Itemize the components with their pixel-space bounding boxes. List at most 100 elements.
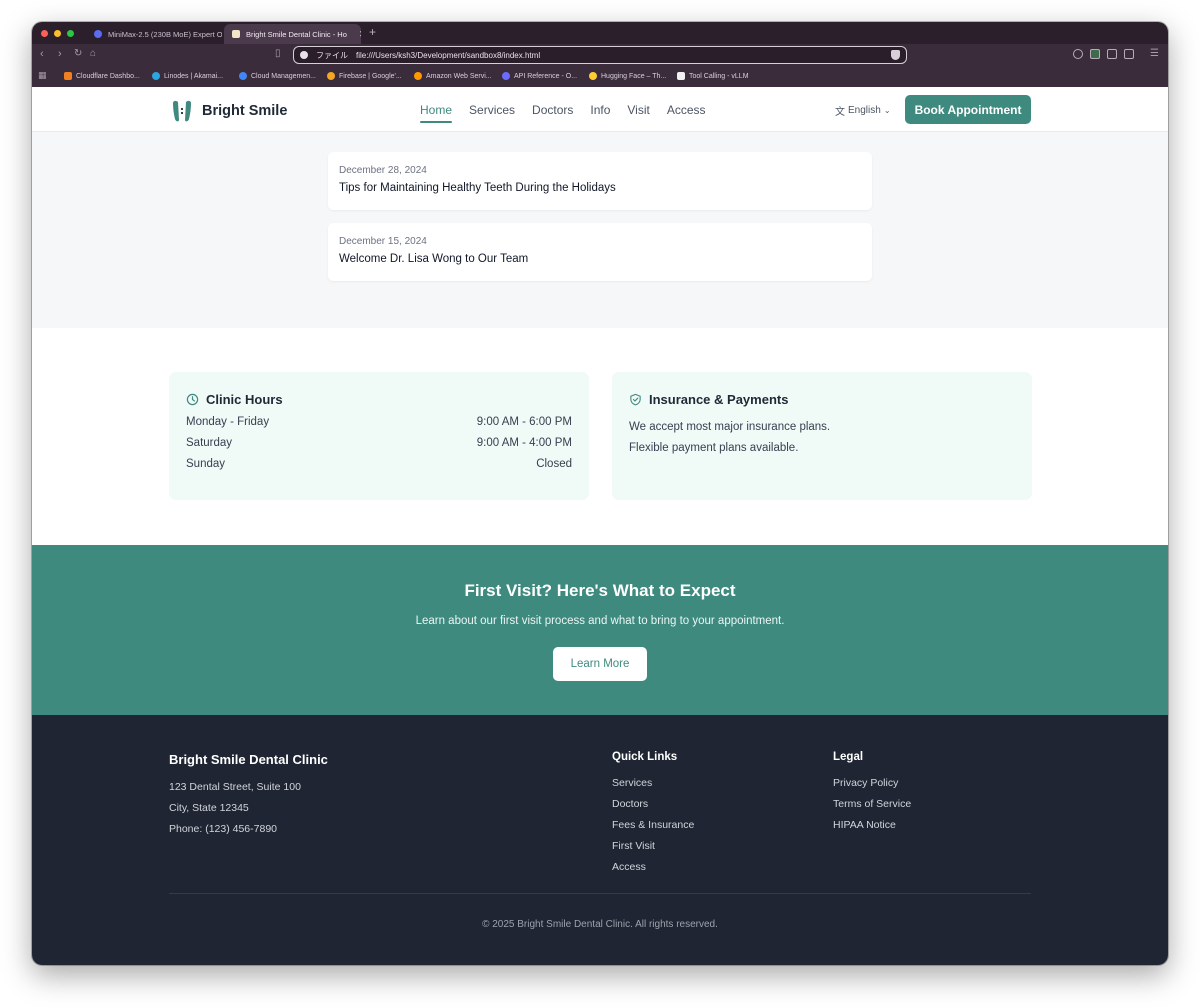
bookmark-item[interactable]: API Reference - O... [502,72,577,80]
chevron-down-icon: ⌄ [883,106,891,115]
news-card[interactable]: December 28, 2024 Tips for Maintaining H… [328,152,872,210]
bookmark-item[interactable]: Amazon Web Servi... [414,72,492,80]
insurance-text: We accept most major insurance plans. [629,421,831,433]
footer-link-privacy[interactable]: Privacy Policy [833,777,911,789]
footer-link-hipaa[interactable]: HIPAA Notice [833,819,911,831]
hours-row: Saturday 9:00 AM - 4:00 PM [186,437,572,449]
web-page: Bright Smile Home Services Doctors Info … [32,87,1168,965]
insurance-card: Insurance & Payments We accept most majo… [612,372,1032,500]
cta-title: First Visit? Here's What to Expect [464,581,736,600]
shield-icon[interactable] [891,50,900,60]
hours-row: Sunday Closed [186,458,572,470]
footer-link-services[interactable]: Services [612,777,694,789]
site-header: Bright Smile Home Services Doctors Info … [32,87,1168,132]
bookmark-label: Cloudflare Dashbo... [76,72,140,80]
bookmark-item[interactable]: Linodes | Akamai... [152,72,223,80]
insurance-title: Insurance & Payments [649,392,789,407]
cta-subtitle: Learn about our first visit process and … [415,615,785,627]
tab-title: Bright Smile Dental Clinic - Ho [246,29,347,39]
browser-tab-bright-smile[interactable]: Bright Smile Dental Clinic - Ho ✕ [224,24,361,44]
back-icon[interactable]: ‹ [40,48,44,60]
close-tab-icon[interactable]: ✕ [359,29,361,40]
news-date: December 15, 2024 [339,236,427,247]
hours-time: Closed [536,458,572,470]
bookmark-label: Firebase | Google'... [339,72,402,80]
bookmark-item[interactable]: Hugging Face – Th... [589,72,666,80]
page-info-icon[interactable] [300,51,308,59]
clinic-hours-card: Clinic Hours Monday - Friday 9:00 AM - 6… [169,372,589,500]
bookmarks-bar: ▦ Cloudflare Dashbo... Linodes | Akamai.… [32,66,1168,87]
footer-link-fees[interactable]: Fees & Insurance [612,819,694,831]
browser-window: MiniMax-2.5 (230B MoE) Expert O Bright S… [32,22,1168,965]
home-icon[interactable]: ⌂ [90,48,96,59]
nav-home[interactable]: Home [420,99,453,123]
news-title: Tips for Maintaining Healthy Teeth Durin… [339,182,616,194]
bookmark-item[interactable]: Cloudflare Dashbo... [64,72,140,80]
apps-grid-icon[interactable]: ▦ [38,70,47,81]
url-text: file:///Users/ksh3/Development/sandbox8/… [356,50,541,60]
extension-icon[interactable] [1090,49,1100,59]
api-icon [502,72,510,80]
zoom-window-button[interactable] [67,29,74,37]
bookmark-item[interactable]: Cloud Managemen... [239,72,316,80]
quick-links-heading: Quick Links [612,751,678,763]
book-appointment-button[interactable]: Book Appointment [905,95,1031,124]
bookmark-item[interactable]: Firebase | Google'... [327,72,402,80]
nav-info[interactable]: Info [590,99,610,121]
footer-link-terms[interactable]: Terms of Service [833,798,911,810]
hours-day: Saturday [186,437,233,449]
bookmark-label: Cloud Managemen... [251,72,316,80]
insurance-heading: Insurance & Payments [629,392,1015,407]
nav-services[interactable]: Services [469,99,515,121]
footer-link-first-visit[interactable]: First Visit [612,840,694,852]
aws-icon [414,72,422,80]
extension-icon[interactable] [1073,49,1083,59]
menu-icon[interactable]: ☰ [1150,48,1159,59]
bookmark-icon[interactable]: ▯ [275,48,281,59]
bookmark-item[interactable]: Tool Calling - vLLM [677,72,749,80]
minimize-window-button[interactable] [54,29,61,37]
news-date: December 28, 2024 [339,165,427,176]
cloud-icon [64,72,72,80]
footer-quick-links: Quick Links Services Doctors Fees & Insu… [612,751,694,873]
footer-contact: Bright Smile Dental Clinic 123 Dental St… [169,752,328,835]
bookmark-label: Linodes | Akamai... [164,72,224,80]
bookmark-label: Amazon Web Servi... [426,72,492,80]
insurance-text: Flexible payment plans available. [629,442,799,454]
learn-more-button[interactable]: Learn More [553,647,647,681]
google-cloud-icon [239,72,247,80]
footer-link-access[interactable]: Access [612,861,694,873]
clinic-hours-heading: Clinic Hours [186,392,572,407]
copyright-text: © 2025 Bright Smile Dental Clinic. All r… [482,919,718,930]
close-window-button[interactable] [41,29,48,37]
footer-phone: Phone: (123) 456-7890 [169,823,277,835]
new-tab-icon[interactable]: + [369,25,376,39]
language-selector[interactable]: 文 English ⌄ [835,103,891,118]
sidebar-icon[interactable] [1124,49,1134,59]
forward-icon[interactable]: › [58,48,62,60]
nav-visit[interactable]: Visit [627,99,649,121]
bookmark-label: Hugging Face – Th... [601,72,667,80]
firebase-icon [327,72,335,80]
bookmark-label: API Reference - O... [514,72,578,80]
url-bar[interactable]: ファイル file:///Users/ksh3/Development/sand… [293,46,907,64]
tab-title: MiniMax-2.5 (230B MoE) Expert O [108,29,222,39]
translate-icon: 文 [835,107,845,118]
puzzle-icon[interactable] [1107,49,1117,59]
browser-tab-minimax[interactable]: MiniMax-2.5 (230B MoE) Expert O [86,24,222,44]
news-card[interactable]: December 15, 2024 Welcome Dr. Lisa Wong … [328,223,872,281]
nav-doctors[interactable]: Doctors [532,99,573,121]
first-visit-banner: First Visit? Here's What to Expect Learn… [32,545,1168,715]
footer-link-doctors[interactable]: Doctors [612,798,694,810]
tab-bar: MiniMax-2.5 (230B MoE) Expert O Bright S… [32,22,1168,44]
footer-clinic-name: Bright Smile Dental Clinic [169,752,328,767]
site-footer: Bright Smile Dental Clinic 123 Dental St… [32,715,1168,965]
info-section: Clinic Hours Monday - Friday 9:00 AM - 6… [32,328,1168,545]
browser-toolbar: ‹ › ↻ ⌂ ▯ ファイル file:///Users/ksh3/Develo… [32,44,1168,66]
brand-logo-link[interactable]: Bright Smile [170,99,287,123]
language-label: English [848,105,881,116]
nav-access[interactable]: Access [667,99,706,121]
footer-divider [169,893,1031,894]
reload-icon[interactable]: ↻ [74,48,82,59]
brand-name: Bright Smile [202,103,288,119]
